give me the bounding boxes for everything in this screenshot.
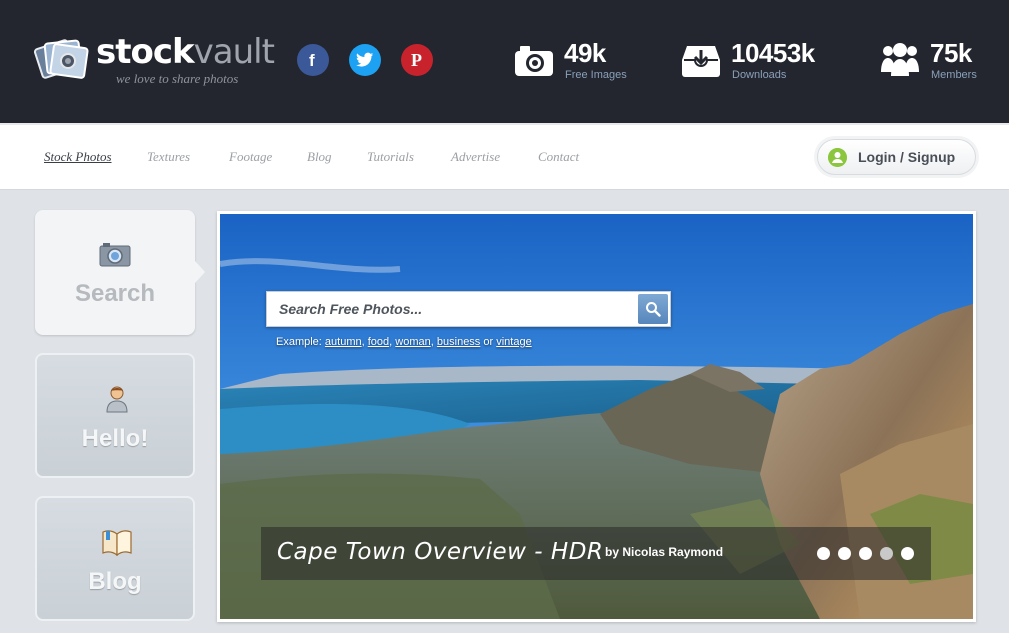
book-icon [102,530,132,556]
example-link-vintage[interactable]: vintage [496,336,531,348]
slide-dot[interactable] [817,547,830,560]
nav-footage[interactable]: Footage [229,149,272,165]
stat-label: Free Images [565,69,627,81]
nav-advertise[interactable]: Advertise [451,149,500,165]
facebook-glyph: f [309,51,315,69]
stat-label: Members [931,69,977,81]
stockvault-logo[interactable]: stockvault we love to share photos [34,32,275,92]
nav-tutorials[interactable]: Tutorials [367,149,414,165]
search-examples: Example: autumn, food, woman, business o… [276,336,532,348]
pinterest-button[interactable]: P [401,44,433,76]
facebook-icon: f [309,51,315,69]
slide-dot[interactable] [901,547,914,560]
logo-word-strong: stock [96,32,195,72]
photo-search-box [266,291,671,327]
login-label: Login / Signup [858,149,956,165]
pinterest-glyph: P [411,51,422,69]
stat-label: Downloads [732,69,787,81]
pinterest-icon: P [411,51,422,69]
photo-search-input[interactable] [267,292,635,326]
slide-author[interactable]: by Nicolas Raymond [605,545,723,559]
stat-free-images: 49k Free Images [514,38,654,84]
tile-blog[interactable]: Blog [35,496,195,621]
example-link-autumn[interactable]: autumn [325,336,362,348]
members-icon [881,43,919,76]
facebook-button[interactable]: f [297,44,329,76]
search-button[interactable] [638,294,668,324]
examples-joiner: or [483,336,494,348]
example-link-woman[interactable]: woman [395,336,430,348]
slide-title[interactable]: Cape Town Overview - HDR [277,539,603,565]
logo-wordmark: stockvault [96,32,275,72]
search-icon [646,302,661,317]
slide-indicators [817,547,917,561]
logo-photos-icon [34,39,89,79]
logo-tagline: we love to share photos [116,71,239,86]
stat-members: 75k Members [880,38,1000,84]
stat-value: 49k [564,38,606,68]
tile-label: Hello! [81,425,149,452]
slide-dot[interactable] [859,547,872,560]
camera-icon [515,46,553,76]
tile-label: Search [74,280,156,307]
nav-contact[interactable]: Contact [538,149,579,165]
twitter-icon [356,52,374,67]
user-icon [106,386,128,413]
hero-slideshow[interactable]: Example: autumn, food, woman, business o… [217,211,976,622]
example-link-business[interactable]: business [437,336,480,348]
camera-icon [99,243,131,267]
slide-dot[interactable] [880,547,893,560]
tile-hello[interactable]: Hello! [35,353,195,478]
main-nav: Stock Photos Textures Footage Blog Tutor… [0,123,1009,190]
nav-blog[interactable]: Blog [307,149,332,165]
slide-caption: Cape Town Overview - HDR by Nicolas Raym… [261,527,931,580]
login-signup-button[interactable]: Login / Signup [817,139,976,175]
user-icon [828,148,847,167]
tile-label: Blog [88,568,142,595]
nav-stock-photos[interactable]: Stock Photos [44,149,112,165]
download-box-icon [682,46,720,77]
examples-prefix: Example: [276,336,322,348]
top-header: stockvault we love to share photos f P 4… [0,0,1009,123]
tile-search[interactable]: Search [35,210,205,335]
stat-downloads: 10453k Downloads [681,38,851,84]
stat-value: 10453k [731,38,815,68]
twitter-button[interactable] [349,44,381,76]
slide-dot[interactable] [838,547,851,560]
logo-word-light: vault [193,32,275,72]
stat-value: 75k [930,38,972,68]
example-link-food[interactable]: food [368,336,389,348]
nav-textures[interactable]: Textures [147,149,190,165]
